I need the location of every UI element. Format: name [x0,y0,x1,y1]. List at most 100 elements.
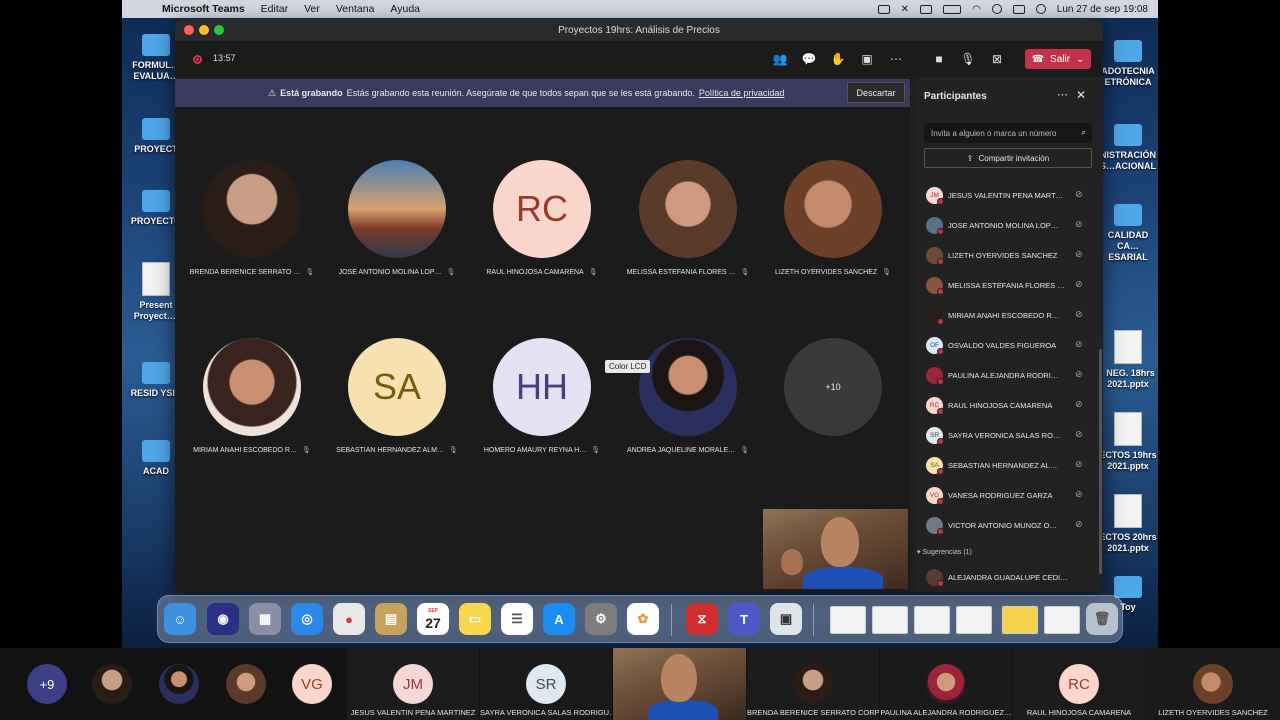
scrollbar[interactable] [1099,349,1102,574]
more-icon[interactable]: ⋯ [1057,88,1068,101]
participant-list-item[interactable]: JOSE ANTONIO MOLINA LOP… ⊘ [915,211,1103,241]
participant-thumbnail[interactable]: SR SAYRA VERONICA SALAS RODRIGU… [480,648,612,720]
finder-icon[interactable]: ☺ [164,603,196,635]
active-speaker-video[interactable] [613,648,746,720]
keyboard-icon[interactable] [877,4,890,14]
self-video-preview[interactable] [763,509,908,589]
desktop-folder[interactable]: CALIDAD CA…ESARIAL [1098,204,1158,263]
participant-tile[interactable]: JOSE ANTONIO MOLINA LOP… 🎙 [322,160,472,276]
participant-tile[interactable]: BRENDA BERENICE SERRATO … 🎙 [177,160,327,276]
camera-icon[interactable]: ■ [930,50,948,68]
battery-icon[interactable] [943,4,962,14]
participant-thumbnail[interactable]: PAULINA ALEJANDRA RODRIGUEZ… [880,648,1012,720]
participant-thumbnail[interactable] [157,648,202,720]
suggestion-item[interactable]: ALEJANDRA GUADALUPE CEDILL… [915,563,1103,592]
participant-list-item[interactable]: PAULINA ALEJANDRA RODRI… ⊘ [915,361,1103,391]
contacts-icon[interactable]: ▤ [375,603,407,635]
minimized-window-thumbnail[interactable] [1044,606,1080,634]
menu-app-name[interactable]: Microsoft Teams [162,3,245,15]
participant-thumbnail[interactable] [224,648,269,720]
menu-editar[interactable]: Editar [261,3,288,15]
desktop-file[interactable]: . NEG. 18hrs 2021.pptx [1098,330,1158,390]
menu-ver[interactable]: Ver [304,3,320,15]
menu-ayuda[interactable]: Ayuda [390,3,420,15]
share-invite-button[interactable]: ⇪ Compartir invitación [924,148,1092,168]
muted-mic-icon[interactable]: ⊘ [1075,219,1083,230]
display-icon[interactable] [920,4,933,14]
dismiss-button[interactable]: Descartar [847,82,905,103]
close-icon[interactable]: ✕ [1076,88,1086,102]
participant-list-item[interactable]: VICTOR ANTONIO MUNOZ O… ⊘ [915,511,1103,541]
preview-icon[interactable]: ▣ [770,603,802,635]
microphone-icon[interactable]: 🎙 [959,50,977,68]
calendar-icon[interactable]: SEP 27 [417,603,449,635]
participant-list-item[interactable]: MELISSA ESTEFANIA FLORES … ⊘ [915,271,1103,301]
muted-mic-icon[interactable]: ⊘ [1075,189,1083,200]
minimize-window-button[interactable] [199,25,209,35]
participant-list-item[interactable]: OF OSVALDO VALDES FIGUEROA ⊘ [915,331,1103,361]
participant-tile[interactable]: LIZETH OYERVIDES SANCHEZ 🎙 [758,160,908,276]
search-icon[interactable] [991,4,1002,14]
minimized-window-thumbnail[interactable] [1002,606,1038,634]
invite-search-input[interactable]: Invita a alguien o marca un número ⌕ [924,123,1092,143]
desktop-folder[interactable]: ADOTECNIA ETRÓNICA [1098,40,1158,88]
photos-icon[interactable]: ✿ [627,603,659,635]
app-store-icon[interactable]: A [543,603,575,635]
participant-list-item[interactable]: SA SEBASTIAN HERNANDEZ AL… ⊘ [915,451,1103,481]
more-participants-tile[interactable]: +10 [758,338,908,436]
privacy-policy-link[interactable]: Política de privacidad [699,88,785,98]
reactions-icon[interactable]: ✋ [829,50,847,68]
muted-mic-icon[interactable]: ⊘ [1075,459,1083,470]
reminders-icon[interactable]: ☰ [501,603,533,635]
muted-mic-icon[interactable]: ⊘ [1075,279,1083,290]
chat-icon[interactable]: 💬 [800,50,818,68]
maximize-window-button[interactable] [214,25,224,35]
trash-icon[interactable]: 🗑 [1086,603,1118,635]
close-window-button[interactable] [184,25,194,35]
participant-list-item[interactable]: VG VANESA RODRIGUEZ GARZA ⊘ [915,481,1103,511]
minimized-window-thumbnail[interactable] [830,606,866,634]
muted-mic-icon[interactable]: ⊘ [1075,309,1083,320]
suggestions-header[interactable]: ▾ Sugerencias (1) [917,548,972,556]
minimized-window-thumbnail[interactable] [872,606,908,634]
participant-list-item[interactable]: RC RAUL HINOJOSA CAMARENA ⊘ [915,391,1103,421]
desktop-file[interactable]: ECTOS 19hrs 2021.pptx [1098,412,1158,472]
chrome-icon[interactable]: ● [333,603,365,635]
participant-thumbnail[interactable]: JM JESUS VALENTIN PENA MARTINEZ [347,648,479,720]
safari-icon[interactable]: ◎ [291,603,323,635]
participant-list-item[interactable]: LIZETH OYERVIDES SANCHEZ ⊘ [915,241,1103,271]
participant-tile[interactable]: HH HOMERO AMAURY REYNA H… 🎙 [467,338,617,454]
desktop-file[interactable]: ECTOS 20hrs 2021.pptx [1098,494,1158,554]
participant-thumbnail[interactable]: BRENDA BERENICE SERRATO CORP… [747,648,879,720]
participant-list-item[interactable]: SR SAYRA VERONICA SALAS RO… ⊘ [915,421,1103,451]
participant-list-item[interactable]: JM JESUS VALENTIN PENA MART… ⊘ [915,181,1103,211]
muted-mic-icon[interactable]: ⊘ [1075,339,1083,350]
siri-app-icon[interactable]: ◉ [207,603,239,635]
minimized-window-thumbnail[interactable] [914,606,950,634]
participant-tile[interactable]: MIRIAM ANAHI ESCOBEDO R… 🎙 [177,338,327,454]
muted-mic-icon[interactable]: ⊘ [1075,489,1083,500]
acrobat-icon[interactable]: ⧖ [686,603,718,635]
share-screen-icon[interactable]: ⊠ [988,50,1006,68]
chevron-down-icon[interactable]: ⌄ [1076,54,1084,65]
muted-mic-icon[interactable]: ⊘ [1075,519,1083,530]
launchpad-icon[interactable]: ▦ [249,603,281,635]
participant-thumbnail[interactable] [90,648,135,720]
participant-thumbnail[interactable]: LIZETH OYERVIDES SANCHEZ [1146,648,1280,720]
muted-mic-icon[interactable]: ⊘ [1075,249,1083,260]
participant-tile[interactable]: SA SEBASTIAN HERNANDEZ ALM… 🎙 [322,338,472,454]
more-participants-button[interactable]: +9 [0,648,90,720]
participants-icon[interactable]: 👥 [771,50,789,68]
participant-tile[interactable]: MELISSA ESTEFANIA FLORES … 🎙 [613,160,763,276]
muted-mic-icon[interactable]: ⊘ [1075,429,1083,440]
minimized-window-thumbnail[interactable] [956,606,992,634]
participant-thumbnail[interactable]: VG [290,648,335,720]
notes-icon[interactable]: ▭ [459,603,491,635]
menu-ventana[interactable]: Ventana [336,3,375,15]
muted-mic-icon[interactable]: ⊘ [1075,369,1083,380]
rooms-icon[interactable]: ▣ [858,50,876,68]
participant-tile[interactable]: ANDREA JAQUELINE MORALE… 🎙 [613,338,763,454]
teams-icon[interactable]: T [728,603,760,635]
siri-icon[interactable] [1035,4,1046,14]
more-options-icon[interactable]: ⋯ [887,50,905,68]
